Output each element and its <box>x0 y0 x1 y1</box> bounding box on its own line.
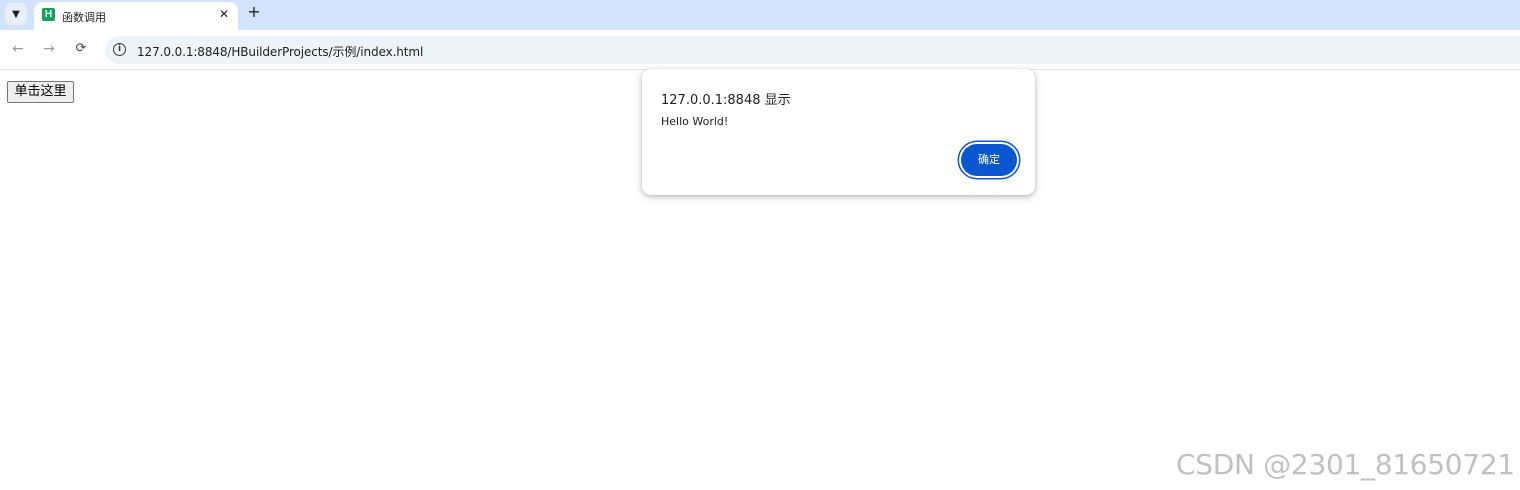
browser-toolbar: ← → ⟳ i 127.0.0.1:8848/HBuilderProjects/… <box>0 30 1520 70</box>
hbuilder-logo-icon: H <box>42 8 55 21</box>
close-icon[interactable]: ✕ <box>217 6 231 22</box>
browser-window: ▼ H 函数调用 ✕ + ← → ⟳ i 127.0.0.1:8848/HBui… <box>0 0 1520 490</box>
url-text[interactable]: 127.0.0.1:8848/HBuilderProjects/示例/index… <box>137 43 423 60</box>
back-arrow-icon[interactable]: ← <box>9 40 27 58</box>
click-here-button[interactable]: 单击这里 <box>7 81 74 103</box>
chevron-down-icon: ▼ <box>12 8 20 20</box>
site-info-icon[interactable]: i <box>113 43 126 56</box>
alert-title: 127.0.0.1:8848 显示 <box>661 93 791 108</box>
tab-title: 函数调用 <box>62 11 106 24</box>
new-tab-button[interactable]: + <box>246 4 262 20</box>
ok-button[interactable]: 确定 <box>961 144 1017 176</box>
alert-dialog: 127.0.0.1:8848 显示 Hello World! 确定 <box>642 69 1035 195</box>
tab-search-button[interactable]: ▼ <box>5 3 27 25</box>
watermark: CSDN @2301_81650721 <box>1176 448 1515 481</box>
tab-strip: ▼ H 函数调用 ✕ + <box>0 0 1520 30</box>
forward-arrow-icon[interactable]: → <box>40 40 58 58</box>
alert-message: Hello World! <box>661 115 729 128</box>
address-bar[interactable]: i 127.0.0.1:8848/HBuilderProjects/示例/ind… <box>105 36 1520 64</box>
reload-icon[interactable]: ⟳ <box>72 40 90 58</box>
active-tab[interactable]: H 函数调用 ✕ <box>34 2 238 30</box>
